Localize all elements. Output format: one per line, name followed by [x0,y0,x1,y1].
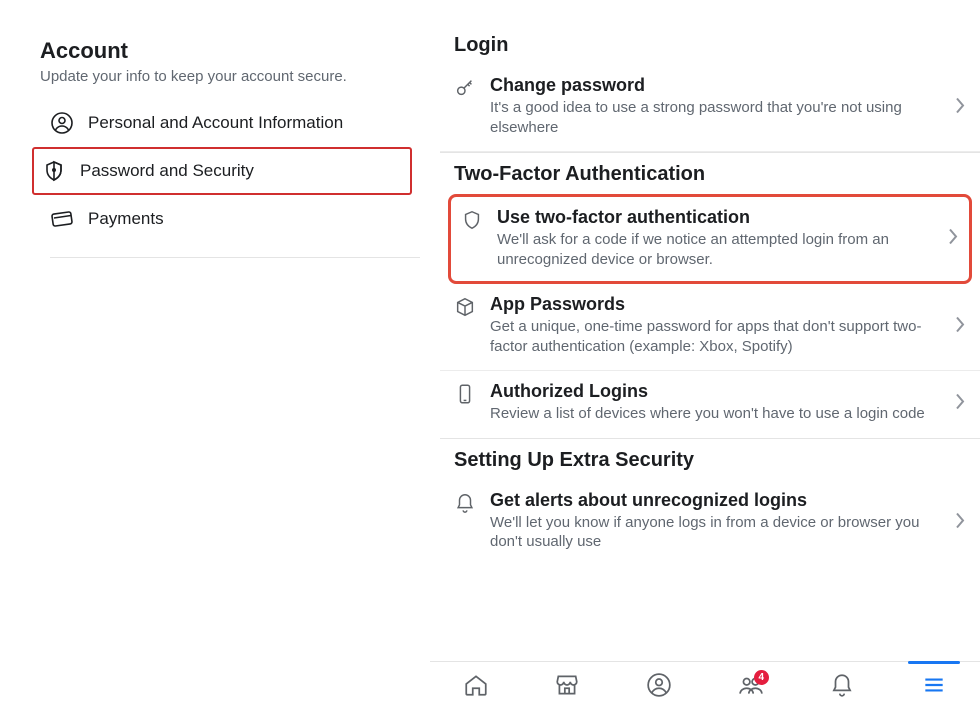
row-title: Change password [490,75,944,96]
shield-outline-icon [461,209,483,231]
row-use-2fa[interactable]: Use two-factor authentication We'll ask … [448,194,972,284]
security-settings-panel: Login Change password It's a good idea t… [430,0,980,713]
profile-icon [646,672,672,703]
tab-home[interactable] [454,668,498,708]
section-title-extra-security: Setting Up Extra Security [440,439,980,480]
row-desc: We'll let you know if anyone logs in fro… [490,513,944,552]
sidebar-item-label: Personal and Account Information [88,113,343,133]
section-title-login: Login [440,24,980,65]
row-change-password[interactable]: Change password It's a good idea to use … [440,65,980,152]
row-login-alerts[interactable]: Get alerts about unrecognized logins We'… [440,480,980,566]
row-title: Get alerts about unrecognized logins [490,490,944,511]
notifications-icon [829,672,855,703]
home-icon [463,672,489,703]
bell-icon [454,492,476,514]
tab-notifications[interactable] [820,668,864,708]
row-authorized-logins[interactable]: Authorized Logins Review a list of devic… [440,371,980,438]
person-circle-icon [50,111,74,135]
chevron-right-icon [954,316,966,339]
sidebar-item-label: Payments [88,209,164,229]
row-app-passwords[interactable]: App Passwords Get a unique, one-time pas… [440,284,980,371]
tab-marketplace[interactable] [545,668,589,708]
tab-badge: 4 [754,670,769,685]
chevron-right-icon [954,511,966,534]
sidebar-item-personal-info[interactable]: Personal and Account Information [40,99,412,147]
chevron-right-icon [947,228,959,251]
row-desc: Get a unique, one-time password for apps… [490,317,944,356]
sidebar-item-password-security[interactable]: Password and Security [32,147,412,195]
section-title-2fa: Two-Factor Authentication [440,153,980,194]
tab-groups[interactable]: 4 [729,668,773,708]
marketplace-icon [554,672,580,703]
account-sidebar: Account Update your info to keep your ac… [0,0,430,713]
row-title: Authorized Logins [490,381,944,402]
tab-menu[interactable] [912,668,956,708]
row-title: Use two-factor authentication [497,207,937,228]
menu-icon [921,672,947,703]
sidebar-item-payments[interactable]: Payments [40,195,412,243]
phone-icon [454,383,476,405]
box-icon [454,296,476,318]
sidebar-divider [50,257,420,258]
card-icon [50,207,74,231]
sidebar-item-label: Password and Security [80,161,254,181]
row-desc: It's a good idea to use a strong passwor… [490,98,944,137]
account-heading: Account [40,38,412,64]
row-title: App Passwords [490,294,944,315]
shield-icon [42,159,66,183]
row-desc: We'll ask for a code if we notice an att… [497,230,937,269]
bottom-tab-bar: 4 [430,661,980,713]
row-desc: Review a list of devices where you won't… [490,404,944,424]
tab-profile[interactable] [637,668,681,708]
key-icon [454,77,476,99]
account-subtitle: Update your info to keep your account se… [40,68,412,85]
chevron-right-icon [954,97,966,120]
chevron-right-icon [954,393,966,416]
